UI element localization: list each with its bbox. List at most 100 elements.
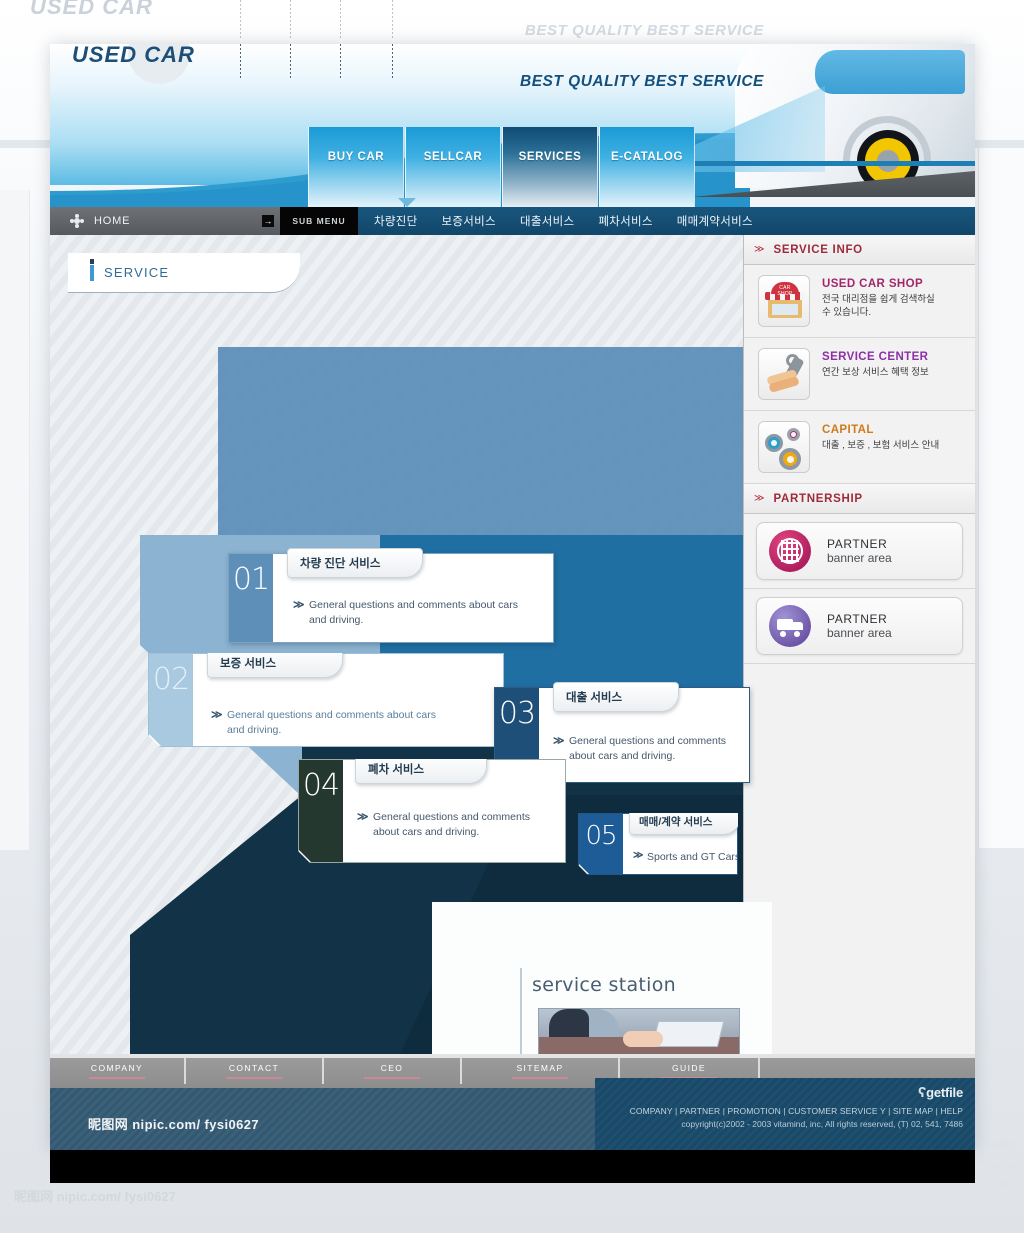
sidebar-item-desc: 대출 , 보증 , 보험 서비스 안내 [822, 440, 940, 451]
website-page: USED CAR BEST QUALITY BEST SERVICE BUY C… [50, 44, 975, 1150]
card-description: General questions and comments about car… [569, 735, 727, 763]
service-card-01[interactable]: 01 차량 진단 서비스 ≫ General questions and com… [228, 548, 554, 643]
sublink-scrapping[interactable]: 폐차서비스 [598, 213, 652, 229]
station-photo [538, 1008, 740, 1054]
partner-banner-line1: PARTNER [827, 537, 888, 551]
link-underline [512, 1077, 568, 1079]
footer-link-company[interactable]: COMPANY [50, 1058, 186, 1084]
partner-banner-row-2: PARTNER banner area [744, 589, 975, 664]
ghost-side-strip [0, 190, 30, 850]
header-dot-column [290, 44, 291, 78]
sublink-warranty[interactable]: 보증서비스 [442, 213, 496, 229]
ghost-right-panel [978, 148, 1024, 848]
partner-banner-line2: banner area [827, 551, 892, 565]
card-description: General questions and comments about car… [309, 599, 518, 627]
ghost-logo: USED CAR [30, 0, 153, 19]
tab-marker-square [90, 259, 94, 264]
sidebar-item-text: USED CAR SHOP 전국 대리점을 쉽게 검색하실수 있습니다. [822, 275, 940, 320]
car-shop-icon: CAR SHOP [758, 275, 810, 327]
card-title-bubble: 차량 진단 서비스 [287, 548, 423, 578]
card-number: 05 [579, 814, 623, 874]
card-bullet-icon: ≫ [553, 735, 565, 747]
sub-navigation-bar: HOME → SUB MENU 차량진단 보증서비스 대출서비스 폐차서비스 매… [50, 198, 975, 235]
photo-laptop-shape [652, 1021, 724, 1047]
chevron-right-icon: ≫ [754, 244, 765, 255]
partner-banner-line1: PARTNER [827, 612, 888, 626]
header-dot-column [340, 44, 341, 78]
footer-watermark: 昵图网 nipic.com/ fysi0627 [88, 1114, 259, 1133]
sub-menu-button[interactable]: SUB MENU [280, 207, 358, 235]
partner-banner-text: PARTNER banner area [827, 537, 892, 565]
arrow-right-icon: → [262, 215, 274, 227]
sidebar-item-desc: 전국 대리점을 쉽게 검색하실수 있습니다. [822, 294, 935, 319]
site-logo[interactable]: USED CAR [72, 44, 195, 68]
partner-banner-1[interactable]: PARTNER banner area [756, 522, 963, 580]
footer-link-label: CONTACT [228, 1063, 280, 1073]
footer-links-text[interactable]: COMPANY | PARTNER | PROMOTION | CUSTOMER… [595, 1106, 963, 1116]
sidebar-item-capital[interactable]: CAPITAL 대출 , 보증 , 보험 서비스 안내 [744, 411, 975, 484]
footer-link-label: SITEMAP [516, 1063, 564, 1073]
sublink-diagnosis[interactable]: 차량진단 [374, 213, 418, 229]
sublink-loan[interactable]: 대출서비스 [520, 213, 574, 229]
active-menu-marker-icon [398, 198, 416, 207]
nav-buy-car[interactable]: BUY CAR [308, 127, 404, 207]
getfile-label: getfile [926, 1085, 963, 1100]
site-header: USED CAR BEST QUALITY BEST SERVICE BUY C… [50, 44, 975, 207]
ghost-dot-column [290, 0, 291, 40]
sidebar-item-text: SERVICE CENTER 연간 보상 서비스 혜택 정보 [822, 348, 944, 379]
sidebar-item-used-car-shop[interactable]: CAR SHOP USED CAR SHOP 전국 대리점을 쉽게 검색하실수 … [744, 265, 975, 338]
photo-hand-shape [623, 1031, 663, 1047]
card-title-bubble: 대출 서비스 [553, 682, 679, 712]
partner-banner-text: PARTNER banner area [827, 612, 892, 640]
sidebar-item-title: USED CAR SHOP [822, 278, 924, 290]
nav-services[interactable]: SERVICES [502, 127, 598, 207]
main-navigation: BUY CAR SELLCAR SERVICES E-CATALOG [308, 127, 696, 207]
home-label: HOME [94, 215, 131, 227]
card-description: General questions and comments about car… [373, 811, 531, 839]
page-body: SERVICE 01 차량 진단 서비스 ≫ General questions… [50, 235, 975, 1054]
card-number: 01 [229, 554, 273, 642]
footer-watermark-url: nipic.com/ fysi0627 [132, 1117, 260, 1132]
sub-menu-links: 차량진단 보증서비스 대출서비스 폐차서비스 매매계약서비스 [358, 198, 975, 235]
sidebar-item-service-center[interactable]: SERVICE CENTER 연간 보상 서비스 혜택 정보 [744, 338, 975, 411]
footer-link-label: GUIDE [672, 1063, 706, 1073]
card-description: Sports and GT Cars [647, 851, 741, 863]
card-description: General questions and comments about car… [227, 709, 436, 737]
footer-link-ceo[interactable]: CEO [324, 1058, 462, 1084]
header-slogan: BEST QUALITY BEST SERVICE [520, 73, 764, 90]
link-underline [89, 1077, 145, 1079]
grill-badge-icon [769, 530, 811, 572]
nav-e-catalog[interactable]: E-CATALOG [599, 127, 695, 207]
service-card-04[interactable]: 04 폐차 서비스 ≫ General questions and commen… [298, 759, 566, 863]
ghost-text: 7486 [988, 1180, 1011, 1191]
footer-link-contact[interactable]: CONTACT [186, 1058, 324, 1084]
tab-marker-bar [90, 264, 94, 281]
footer-watermark-cn: 昵图网 [88, 1118, 129, 1133]
bottom-black-bar [50, 1150, 975, 1183]
footer-link-label: CEO [380, 1063, 404, 1073]
page-title: SERVICE [104, 265, 170, 280]
car-window-shape [815, 50, 965, 94]
ghost-slogan: BEST QUALITY BEST SERVICE [525, 22, 764, 39]
service-card-02[interactable]: 02 보증 서비스 ≫ General questions and commen… [148, 653, 504, 747]
card-bullet-icon: ≫ [293, 599, 305, 611]
sidebar-heading-label: PARTNERSHIP [773, 492, 863, 505]
partner-banner-2[interactable]: PARTNER banner area [756, 597, 963, 655]
ghost-text: getfile [988, 1140, 1015, 1151]
wrench-icon [758, 348, 810, 400]
page-section-tab: SERVICE [68, 253, 300, 293]
header-dot-column [240, 44, 241, 78]
sublink-contract[interactable]: 매매계약서비스 [677, 213, 753, 229]
partner-banner-row-1: PARTNER banner area [744, 514, 975, 589]
sidebar-item-title: SERVICE CENTER [822, 351, 929, 363]
sidebar-item-text: CAPITAL 대출 , 보증 , 보험 서비스 안내 [822, 421, 950, 452]
gears-icon [758, 421, 810, 473]
service-station-panel: service station 차량진단 서비스 보증서비스 대출서비스 폐차서… [432, 902, 772, 1054]
service-card-05[interactable]: 05 매매/계약 서비스 ≫ Sports and GT Cars [578, 813, 738, 875]
ghost-dot-column [392, 0, 393, 40]
sidebar-item-desc: 연간 보상 서비스 혜택 정보 [822, 367, 929, 378]
nav-sell-car[interactable]: SELLCAR [405, 127, 501, 207]
home-button[interactable]: HOME → [50, 207, 280, 235]
sidebar-heading-service-info: ≫ SERVICE INFO [744, 235, 975, 265]
right-sidebar: ≫ SERVICE INFO CAR SHOP USED CAR SHOP 전국… [743, 235, 975, 1054]
